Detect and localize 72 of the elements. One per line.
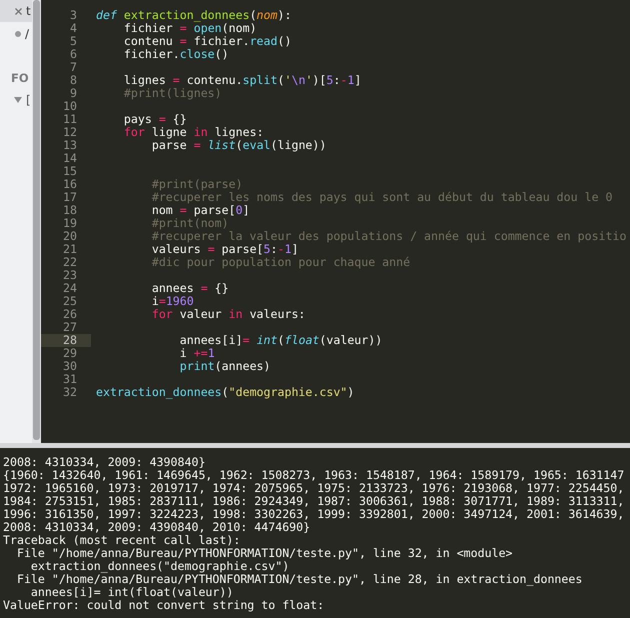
line-number: 5 xyxy=(69,35,78,48)
line-number: 28 xyxy=(41,334,91,347)
output-line: ValueError: could not convert string to float: xyxy=(3,599,324,612)
output-line: File "/home/anna/Bureau/PYTHONFORMATION/teste.py", line 28, in extraction_donnees xyxy=(16,573,582,586)
line-number: 4 xyxy=(69,22,78,35)
line-number: 19 xyxy=(62,217,78,230)
output-line: File "/home/anna/Bureau/PYTHONFORMATION/teste.py", line 32, in <module> xyxy=(16,547,513,560)
code-line: i=1960 xyxy=(150,295,194,308)
line-number: 27 xyxy=(62,321,78,334)
code-line: annees = {} xyxy=(150,282,229,295)
folder-label[interactable]: [ xyxy=(26,90,31,108)
line-number: 24 xyxy=(62,282,78,295)
close-icon[interactable] xyxy=(15,8,22,14)
code-line: for ligne in lignes: xyxy=(122,126,264,139)
code-line: print(annees) xyxy=(178,360,271,373)
code-line: annees[i]= int(float(valeur)) xyxy=(178,334,382,347)
output-line: 2008: 4310334, 2009: 4390840} xyxy=(3,456,206,469)
line-number: 10 xyxy=(62,100,78,113)
output-line: extraction_donnees("demographie.csv") xyxy=(30,560,290,573)
code-line: pays = {} xyxy=(122,113,187,126)
code-line: nom = parse[0] xyxy=(150,204,250,217)
code-line: contenu = fichier.read() xyxy=(122,35,292,48)
output-line: 1972: 1965160, 1973: 2019717, 1974: 2075965, 1975: 2133723, 1976: 2193068, 1977: 2254450, xyxy=(3,482,624,495)
line-number: 3 xyxy=(69,9,78,22)
code-line: #print(nom) xyxy=(150,217,229,230)
output-line: Traceback (most recent call last): xyxy=(3,534,240,547)
line-number: 29 xyxy=(62,347,78,360)
code-line: extraction_donnees("demographie.csv") xyxy=(95,386,354,399)
open-file-item[interactable]: / xyxy=(0,23,32,45)
code-line: #recuperer les noms des pays qui sont au début du tableau dou le 0 xyxy=(150,191,613,204)
line-number: 32 xyxy=(62,386,78,399)
code-line: parse = list(eval(ligne)) xyxy=(150,139,326,152)
line-number: 7 xyxy=(69,61,78,74)
code-line: #recuperer la valeur des populations / année qui commence en positio xyxy=(150,230,626,243)
output-line: 2008: 4310334, 2009: 4390840, 2010: 4474690} xyxy=(3,521,310,534)
line-number: 23 xyxy=(62,269,78,282)
line-number: 30 xyxy=(62,360,78,373)
line-number: 18 xyxy=(62,204,78,217)
output-line: annees[i]= int(float(valeur)) xyxy=(30,586,234,599)
code-line: fichier = open(nom) xyxy=(122,22,257,35)
code-line: def extraction_donnees(nom): xyxy=(95,9,292,22)
expanded-triangle-icon[interactable] xyxy=(14,96,22,104)
scrollbar-thumb[interactable] xyxy=(33,0,40,440)
line-number: 31 xyxy=(62,373,78,386)
line-number: 22 xyxy=(62,256,78,269)
line-number: 12 xyxy=(62,126,78,139)
code-line: #dic pour population pour chaque anné xyxy=(150,256,410,269)
line-number: 26 xyxy=(62,308,78,321)
line-number: 14 xyxy=(62,152,78,165)
line-number: 21 xyxy=(62,243,78,256)
line-number: 25 xyxy=(62,295,78,308)
code-line: i +=1 xyxy=(178,347,215,360)
line-number: 6 xyxy=(69,48,78,61)
folders-header: FO xyxy=(10,70,30,87)
line-number: 17 xyxy=(62,191,78,204)
code-line: valeurs = parse[5:-1] xyxy=(150,243,298,256)
line-number: 13 xyxy=(62,139,78,152)
line-number: 11 xyxy=(62,113,78,126)
line-number: 8 xyxy=(69,74,78,87)
line-number: 15 xyxy=(62,165,78,178)
open-file-item[interactable]: t xyxy=(0,0,32,22)
line-number: 20 xyxy=(62,230,78,243)
output-line: 1996: 3161350, 1997: 3224223, 1998: 3302263, 1999: 3392801, 2000: 3497124, 2001: 3614639, xyxy=(3,508,624,521)
code-line: #print(lignes) xyxy=(122,87,222,100)
output-line: 1984: 2753151, 1985: 2837111, 1986: 2924349, 1987: 3006361, 1988: 3071771, 1989: 3113311, xyxy=(3,495,624,508)
code-line: fichier.close() xyxy=(122,48,229,61)
code-line: for valeur in valeurs: xyxy=(150,308,306,321)
line-number: 9 xyxy=(69,87,78,100)
output-line: {1960: 1432640, 1961: 1469645, 1962: 1508273, 1963: 1548187, 1964: 1589179, 1965: 1631147 xyxy=(3,469,624,482)
code-line: lignes = contenu.split('\n')[5:-1] xyxy=(122,74,362,87)
line-number: 16 xyxy=(62,178,78,191)
code-line: #print(parse) xyxy=(150,178,243,191)
